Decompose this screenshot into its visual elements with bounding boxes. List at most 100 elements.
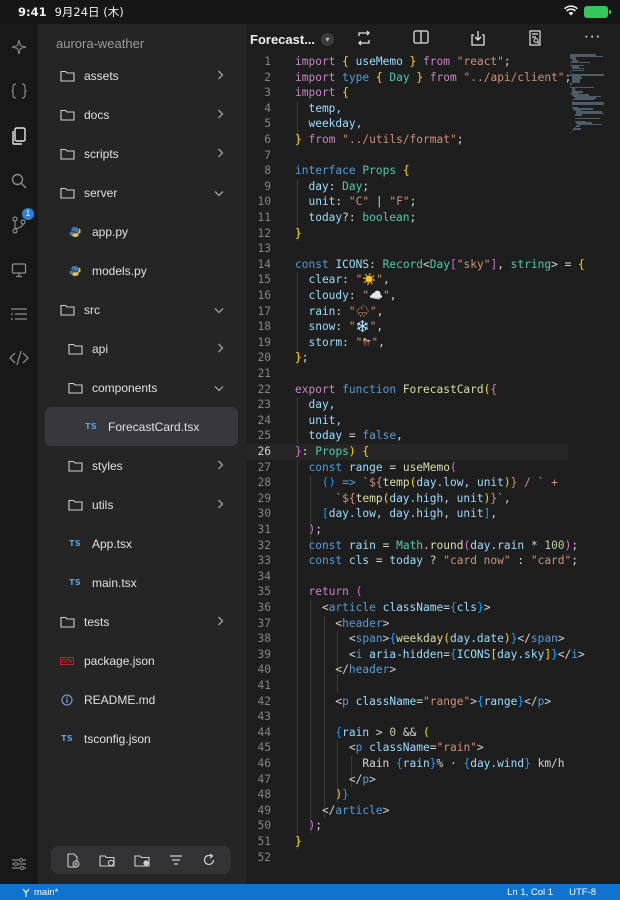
tree-item-api[interactable]: api [45, 329, 238, 368]
cursor-position[interactable]: Ln 1, Col 1 [507, 887, 553, 898]
tree-item-tests[interactable]: tests [45, 602, 238, 641]
code-line[interactable]: 19 storm: "⛈", [246, 335, 568, 351]
outline-list-icon[interactable] [8, 303, 30, 325]
code-line[interactable]: 15 clear: "☀️", [246, 272, 568, 288]
chevron-right-icon[interactable] [217, 68, 224, 83]
code-line[interactable]: 26}: Props) { [246, 444, 568, 460]
search-icon[interactable] [8, 170, 30, 192]
tree-item-scripts[interactable]: scripts [45, 134, 238, 173]
tree-item-models-py[interactable]: models.py [45, 251, 238, 290]
chevron-right-icon[interactable] [217, 146, 224, 161]
code-line[interactable]: 8 interface Props { [246, 163, 568, 179]
code-line[interactable]: 3 import { [246, 85, 568, 101]
code-line[interactable]: 31 ); [246, 522, 568, 538]
tree-item-app-tsx[interactable]: TS App.tsx [45, 524, 238, 563]
branch-indicator[interactable]: main* [22, 887, 58, 898]
code-line[interactable]: 24 unit, [246, 413, 568, 429]
chevron-right-icon[interactable] [217, 614, 224, 629]
code-line[interactable]: 5 weekday, [246, 116, 568, 132]
code-line[interactable]: 50 ); [246, 818, 568, 834]
chevron-down-icon[interactable]: ▾ [321, 32, 335, 46]
tree-item-readme-md[interactable]: README.md [45, 680, 238, 719]
download-icon[interactable] [471, 30, 485, 46]
code-editor[interactable]: 1 import { useMemo } from "react"; 2 import… [246, 54, 585, 884]
code-line[interactable]: 44 {rain > 0 && ( [246, 725, 568, 741]
code-line[interactable]: 27 const range = useMemo( [246, 460, 568, 476]
code-line[interactable]: 39 <i aria-hidden={ICONS[day.sky]}</i> [246, 647, 585, 663]
tree-item-main-tsx[interactable]: TS main.tsx [45, 563, 238, 602]
tree-item-src[interactable]: src [45, 290, 238, 329]
chevron-down-icon[interactable] [214, 185, 224, 200]
code-line[interactable]: 13 [246, 241, 568, 257]
code-line[interactable]: 20}; [246, 350, 568, 366]
code-line[interactable]: 52 [246, 850, 568, 866]
code-line[interactable]: 16 cloudy: "☁️", [246, 288, 568, 304]
active-tab-title[interactable]: Forecast... [250, 32, 315, 47]
code-line[interactable]: 47 </p> [246, 772, 568, 788]
code-line[interactable]: 41 [246, 678, 568, 694]
code-line[interactable]: 45 <p className="rain"> [246, 740, 568, 756]
braces-icon[interactable] [8, 80, 30, 102]
code-line[interactable]: 2 import type { Day } from "../api/client… [246, 70, 571, 86]
minimap[interactable] [570, 54, 620, 134]
code-line[interactable]: 6} from "../utils/format"; [246, 132, 568, 148]
code-line[interactable]: 10 unit: "C" | "F"; [246, 194, 568, 210]
chevron-right-icon[interactable] [217, 341, 224, 356]
code-line[interactable]: 18 snow: "❄️", [246, 319, 568, 335]
code-line[interactable]: 33 const cls = today ? "card now" : "car… [246, 553, 579, 569]
code-line[interactable]: 32 const rain = Math.round(day.rain * 10… [246, 538, 579, 554]
chevron-right-icon[interactable] [217, 107, 224, 122]
code-line[interactable]: 51} [246, 834, 568, 850]
sort-icon[interactable] [169, 855, 183, 865]
file-encoding[interactable]: UTF-8 [569, 887, 596, 898]
code-line[interactable]: 40 </header> [246, 662, 568, 678]
code-line[interactable]: 30 [day.low, day.high, unit], [246, 506, 568, 522]
code-tags-icon[interactable] [8, 347, 30, 369]
tree-item-package-json[interactable]: package.json [45, 641, 238, 680]
code-line[interactable]: 43 [246, 709, 568, 725]
monitor-icon[interactable] [8, 259, 30, 281]
tree-item-components[interactable]: components [45, 368, 238, 407]
code-line[interactable]: 37 <header> [246, 616, 568, 632]
code-line[interactable]: 11 today?: boolean; [246, 210, 568, 226]
tree-item-server[interactable]: server [45, 173, 238, 212]
code-line[interactable]: 17 rain: "🌧", [246, 304, 568, 320]
files-icon[interactable] [8, 125, 30, 147]
tree-item-utils[interactable]: utils [45, 485, 238, 524]
code-line[interactable]: 4 temp, [246, 101, 568, 117]
code-line[interactable]: 36 <article className={cls}> [246, 600, 568, 616]
swap-icon[interactable] [356, 30, 372, 46]
code-line[interactable]: 22 export function ForecastCard({ [246, 382, 568, 398]
code-line[interactable]: 12} [246, 226, 568, 242]
tree-item-docs[interactable]: docs [45, 95, 238, 134]
sparkle-icon[interactable] [8, 36, 30, 58]
settings-sliders-icon[interactable] [8, 853, 30, 875]
chevron-right-icon[interactable] [217, 458, 224, 473]
tree-item-tsconfig-json[interactable]: TS tsconfig.json [45, 719, 238, 758]
code-line[interactable]: 48 )} [246, 787, 568, 803]
chevron-right-icon[interactable] [217, 497, 224, 512]
refresh-icon[interactable] [202, 853, 216, 867]
code-line[interactable]: 21 [246, 366, 568, 382]
preview-icon[interactable] [528, 30, 542, 46]
code-line[interactable]: 25 today = false, [246, 428, 568, 444]
code-line[interactable]: 14 const ICONS: Record<Day["sky"], string… [246, 257, 585, 273]
code-line[interactable]: 1 import { useMemo } from "react"; [246, 54, 568, 70]
new-folder-icon[interactable] [99, 854, 115, 867]
code-line[interactable]: 23 day, [246, 397, 568, 413]
split-editor-icon[interactable] [413, 30, 429, 44]
tree-item-assets[interactable]: assets [45, 56, 238, 95]
source-control-icon[interactable]: 1 [8, 208, 34, 236]
tree-item-styles[interactable]: styles [45, 446, 238, 485]
code-line[interactable]: 38 <span>{weekday(day.date)}</span> [246, 631, 568, 647]
code-line[interactable]: 9 day: Day; [246, 179, 568, 195]
code-line[interactable]: 46 Rain {rain}% · {day.wind} km/h [246, 756, 568, 772]
chevron-down-icon[interactable] [214, 302, 224, 317]
code-line[interactable]: 34 [246, 569, 568, 585]
chevron-down-icon[interactable] [214, 380, 224, 395]
code-line[interactable]: 28 () => `${temp(day.low, unit)} / ` + [246, 475, 568, 491]
tree-item-forecastcard-tsx[interactable]: TS ForecastCard.tsx [45, 407, 238, 446]
code-line[interactable]: 7 [246, 148, 568, 164]
more-options-icon[interactable]: ··· [584, 28, 601, 46]
tree-item-app-py[interactable]: app.py [45, 212, 238, 251]
